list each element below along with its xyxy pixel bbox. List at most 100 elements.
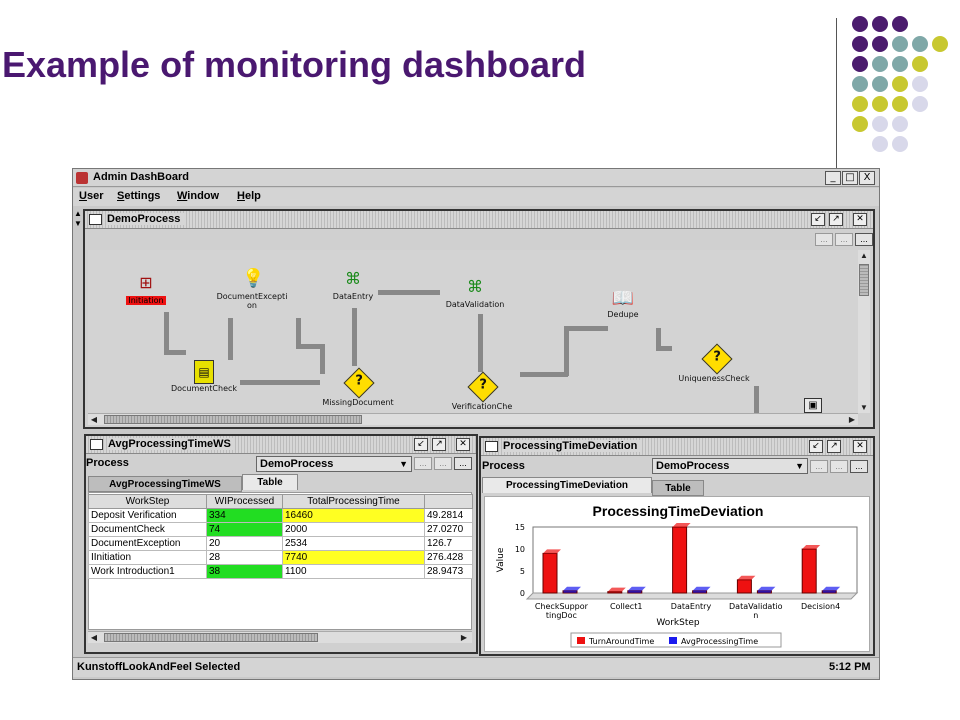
node-data-validation[interactable]: ⌘ DataValidation bbox=[434, 274, 516, 309]
legend-label-1: AvgProcessingTime bbox=[681, 637, 758, 646]
scroll-left-icon[interactable]: ◀ bbox=[88, 414, 100, 425]
node-initiation[interactable]: ⊞ Initiation bbox=[122, 270, 170, 305]
table-cell: 28 bbox=[206, 550, 283, 565]
x-tick-label: tingDoc bbox=[546, 611, 577, 620]
flow-arrow bbox=[164, 312, 169, 352]
scroll-left-icon[interactable]: ◀ bbox=[88, 632, 100, 643]
scroll-thumb[interactable] bbox=[859, 264, 869, 296]
table-row[interactable]: DocumentException 20 2534 126.7 bbox=[88, 536, 473, 551]
table-cell: Deposit Verification bbox=[88, 508, 207, 523]
tab-table[interactable]: Table bbox=[652, 480, 704, 496]
flow-arrow bbox=[478, 314, 483, 372]
toolbar-button-2[interactable]: ... bbox=[434, 457, 452, 470]
chart-bar-1 bbox=[692, 590, 708, 594]
book-icon: 📖 bbox=[611, 288, 635, 309]
menu-settings[interactable]: Settings bbox=[117, 190, 160, 202]
frame-icon bbox=[90, 439, 103, 450]
node-document-exception[interactable]: 💡 DocumentExcepti on bbox=[206, 266, 298, 310]
chart-bar-1 bbox=[627, 590, 643, 594]
x-tick-label: CheckSuppor bbox=[535, 602, 589, 611]
menu-user[interactable]: User bbox=[79, 190, 103, 202]
x-tick-label: DataEntry bbox=[671, 602, 712, 611]
scroll-thumb[interactable] bbox=[104, 415, 362, 424]
plot-floor bbox=[525, 592, 859, 600]
node-document-check[interactable]: ▤ DocumentCheck bbox=[156, 360, 252, 393]
column-header[interactable]: TotalProcessingTime bbox=[282, 494, 425, 509]
table-row[interactable]: IInitiation 28 7740 276.428 bbox=[88, 550, 473, 565]
column-header[interactable]: WIProcessed bbox=[206, 494, 283, 509]
table-horizontal-scrollbar[interactable]: ◀ ▶ bbox=[88, 631, 472, 643]
toolbar-button-2[interactable]: ... bbox=[835, 233, 853, 246]
toolbar-button-3[interactable]: ... bbox=[454, 457, 472, 470]
flow-arrow bbox=[754, 386, 759, 413]
left-scroll-indicator[interactable]: ▲ ▼ bbox=[74, 209, 82, 233]
tab-processing-time-deviation[interactable]: ProcessingTimeDeviation bbox=[482, 477, 652, 493]
avg-frame-titlebar[interactable]: AvgProcessingTimeWS ↙ ↗ ✕ bbox=[86, 436, 476, 454]
toolbar-button-1[interactable]: ... bbox=[414, 457, 432, 470]
scroll-up-icon[interactable]: ▲ bbox=[858, 250, 870, 261]
minimize-button[interactable]: _ bbox=[825, 171, 841, 185]
scroll-thumb[interactable] bbox=[104, 633, 318, 642]
iconify-icon[interactable]: ↙ bbox=[809, 440, 823, 453]
slide-title: Example of monitoring dashboard bbox=[2, 44, 587, 85]
table-cell: 74 bbox=[206, 522, 283, 537]
process-select[interactable]: DemoProcess ▼ bbox=[256, 456, 412, 472]
chart-bar-0 bbox=[736, 579, 752, 594]
window-titlebar[interactable]: Admin DashBoard _ □ X bbox=[73, 169, 879, 187]
frame-icon bbox=[485, 441, 498, 452]
deviation-chart: ProcessingTimeDeviation 0 5 10 15 Value CheckS… bbox=[484, 496, 870, 652]
deviation-frame-titlebar[interactable]: ProcessingTimeDeviation ↙ ↗ ✕ bbox=[481, 438, 873, 456]
flow-arrow bbox=[296, 318, 301, 346]
process-select-value: DemoProcess bbox=[656, 460, 730, 472]
iconify-icon[interactable]: ↙ bbox=[811, 213, 825, 226]
process-select-value: DemoProcess bbox=[260, 458, 334, 470]
x-tick-label: Collect1 bbox=[610, 602, 642, 611]
maximize-button[interactable]: □ bbox=[842, 171, 858, 185]
toolbar-button-1[interactable]: ... bbox=[810, 460, 828, 473]
toolbar-button-1[interactable]: ... bbox=[815, 233, 833, 246]
node-label: UniquenessCheck bbox=[678, 374, 750, 383]
frame-icon bbox=[89, 214, 102, 225]
maximize-icon[interactable]: ↗ bbox=[829, 213, 843, 226]
toolbar-button-3[interactable]: ... bbox=[850, 460, 868, 473]
flow-arrow bbox=[296, 344, 320, 349]
deviation-process-select[interactable]: DemoProcess ▼ bbox=[652, 458, 808, 474]
divider-line bbox=[836, 18, 837, 170]
decorative-dots bbox=[850, 14, 950, 154]
column-header[interactable] bbox=[424, 494, 473, 509]
toolbar-button-3[interactable]: ... bbox=[855, 233, 873, 246]
deviation-frame-title: ProcessingTimeDeviation bbox=[503, 440, 642, 452]
scroll-down-icon[interactable]: ▼ bbox=[858, 402, 870, 413]
column-header[interactable]: WorkStep bbox=[88, 494, 207, 509]
scroll-right-icon[interactable]: ▶ bbox=[846, 414, 858, 425]
node-label: DocumentCheck bbox=[170, 384, 238, 393]
maximize-icon[interactable]: ↗ bbox=[432, 438, 446, 451]
iconify-icon[interactable]: ↙ bbox=[414, 438, 428, 451]
table-row[interactable]: Deposit Verification 334 16460 49.2814 bbox=[88, 508, 473, 523]
menu-help[interactable]: Help bbox=[237, 190, 261, 202]
process-vertical-scrollbar[interactable]: ▲ ▼ bbox=[858, 250, 870, 413]
process-horizontal-scrollbar[interactable]: ◀ ▶ bbox=[88, 413, 858, 425]
scroll-right-icon[interactable]: ▶ bbox=[458, 632, 470, 643]
tab-avg-processing[interactable]: AvgProcessingTimeWS bbox=[88, 476, 242, 492]
status-bar: KunstoffLookAndFeel Selected 5:12 PM bbox=[73, 657, 879, 677]
menu-window[interactable]: Window bbox=[177, 190, 219, 202]
tab-table[interactable]: Table bbox=[242, 474, 298, 490]
table-row[interactable]: DocumentCheck 74 2000 27.0270 bbox=[88, 522, 473, 537]
avg-frame-title: AvgProcessingTimeWS bbox=[108, 438, 235, 450]
node-data-entry[interactable]: ⌘ DataEntry bbox=[324, 266, 382, 301]
flow-arrow bbox=[240, 380, 320, 385]
app-icon bbox=[76, 172, 88, 184]
chevron-down-icon: ▼ bbox=[795, 461, 804, 471]
process-frame-titlebar[interactable]: DemoProcess ↙ ↗ ✕ bbox=[85, 211, 873, 229]
toolbar-button-2[interactable]: ... bbox=[830, 460, 848, 473]
close-icon[interactable]: ✕ bbox=[456, 438, 470, 451]
table-row[interactable]: Work Introduction1 38 1100 28.9473 bbox=[88, 564, 473, 579]
chart-title: ProcessingTimeDeviation bbox=[593, 503, 764, 519]
data-entry-icon: ⌘ bbox=[345, 269, 361, 288]
close-icon[interactable]: ✕ bbox=[853, 440, 867, 453]
close-button[interactable]: X bbox=[859, 171, 875, 185]
node-dedupe[interactable]: 📖 Dedupe bbox=[592, 288, 654, 319]
maximize-icon[interactable]: ↗ bbox=[827, 440, 841, 453]
close-icon[interactable]: ✕ bbox=[853, 213, 867, 226]
